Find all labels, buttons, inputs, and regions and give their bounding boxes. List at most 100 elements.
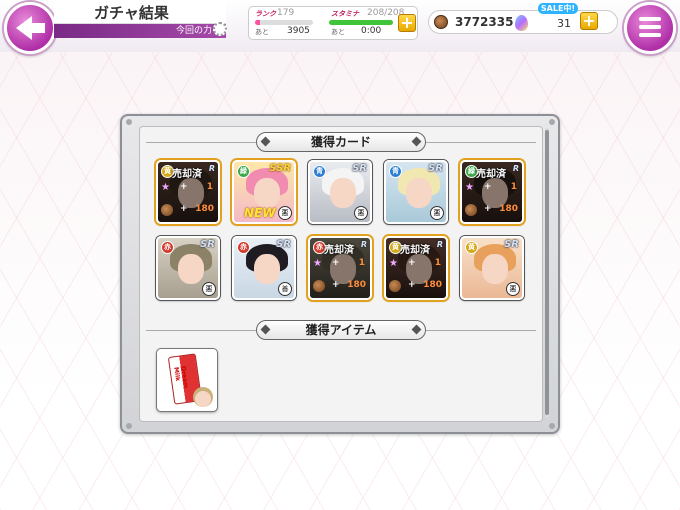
rarity-badge: R	[512, 164, 519, 173]
sold-label: 売却済	[324, 245, 354, 256]
coin-value: 180	[423, 280, 442, 290]
rivet	[549, 423, 555, 429]
card-6[interactable]: 赤 SR 善	[232, 236, 296, 300]
rivet	[126, 119, 132, 125]
card-9[interactable]: 黄 SR 悪	[460, 236, 524, 300]
sold-label: 売却済	[476, 169, 506, 180]
stamina-add-button[interactable]: +	[398, 14, 416, 32]
sale-badge: SALE中!	[538, 3, 578, 14]
rank-value: 179	[277, 8, 295, 18]
star-value: 1	[434, 258, 441, 268]
rarity-badge: SR	[276, 239, 291, 250]
rarity-badge: SR	[504, 239, 519, 250]
element-icon: 緑	[237, 165, 250, 178]
rarity-badge: SR	[200, 239, 215, 250]
coin-plus: +	[332, 280, 340, 290]
coin-amount: 3772335	[455, 15, 514, 29]
coin-icon	[313, 280, 325, 292]
stamina-next-label: あと	[331, 28, 345, 36]
item-name: Dream Milk	[172, 365, 190, 389]
card-3[interactable]: 青 SR 悪	[384, 160, 448, 224]
sold-label: 売却済	[400, 245, 430, 256]
card-0[interactable]: 黄 売却済 R ★ + 1 + 180	[156, 160, 220, 224]
rank-gauge	[255, 20, 313, 25]
cards-section-title: 獲得カード	[256, 132, 426, 152]
page-subtitle: 今回の力	[54, 24, 226, 38]
card-4[interactable]: 緑 売却済 R ★ + 1 + 180	[460, 160, 524, 224]
element-icon: 赤	[237, 241, 250, 254]
rank-gauge-fill	[255, 20, 260, 25]
stamina-gauge	[329, 20, 393, 25]
rarity-badge: R	[436, 240, 443, 249]
star-icon: ★	[465, 182, 474, 193]
flower-icon	[213, 22, 227, 36]
card-face	[330, 178, 356, 208]
coin-plus: +	[180, 204, 188, 214]
stamina-label: スタミナ	[331, 10, 359, 18]
element-icon: 青	[313, 165, 326, 178]
card-face	[482, 254, 508, 284]
seal-icon: 悪	[354, 206, 368, 220]
coin-icon	[465, 204, 477, 216]
star-plus: +	[332, 258, 340, 268]
rarity-badge: SR	[352, 163, 367, 174]
star-value: 1	[510, 182, 517, 192]
card-face	[254, 254, 280, 284]
seal-icon: 悪	[278, 206, 292, 220]
rank-next-label: あと	[255, 28, 269, 36]
coin-icon	[389, 280, 401, 292]
coin-plus: +	[484, 204, 492, 214]
rarity-badge: R	[360, 240, 367, 249]
rarity-badge: SR	[428, 163, 443, 174]
card-2[interactable]: 青 SR 悪	[308, 160, 372, 224]
star-value: 1	[206, 182, 213, 192]
seal-icon: 善	[278, 282, 292, 296]
rarity-badge: R	[208, 164, 215, 173]
back-arrow-tail	[30, 23, 45, 33]
rivet	[126, 423, 132, 429]
page-title: ガチャ結果	[54, 2, 226, 24]
card-face	[406, 178, 432, 208]
stamina-next-value: 0:00	[361, 26, 382, 36]
star-plus: +	[180, 182, 188, 192]
star-value: 1	[358, 258, 365, 268]
item-0[interactable]: Dream Milk	[156, 348, 218, 412]
menu-icon-line	[639, 17, 661, 21]
gem-add-button[interactable]: +	[580, 12, 598, 30]
menu-icon-line	[639, 25, 661, 29]
coin-value: 180	[347, 280, 366, 290]
menu-button[interactable]	[624, 2, 676, 54]
rarity-badge: SSR	[269, 163, 291, 174]
coin-value: 180	[499, 204, 518, 214]
back-button[interactable]	[4, 2, 56, 54]
rank-next-value: 3905	[287, 26, 310, 36]
card-face	[254, 178, 280, 208]
seal-icon: 悪	[202, 282, 216, 296]
items-section-title: 獲得アイテム	[256, 320, 426, 340]
card-7[interactable]: 赤 売却済 R ★ + 1 + 180	[308, 236, 372, 300]
card-1[interactable]: 緑 SSR NEW 悪	[232, 160, 296, 224]
star-plus: +	[484, 182, 492, 192]
star-plus: +	[408, 258, 416, 268]
coin-value: 180	[195, 204, 214, 214]
star-icon: ★	[161, 182, 170, 193]
chibi-icon	[193, 387, 213, 407]
stamina-gauge-fill	[329, 20, 393, 25]
element-icon: 黄	[465, 241, 478, 254]
rivet	[549, 119, 555, 125]
seal-icon: 悪	[430, 206, 444, 220]
coin-plus: +	[408, 280, 416, 290]
scrollbar-thumb[interactable]	[545, 130, 549, 415]
card-8[interactable]: 黄 売却済 R ★ + 1 + 180	[384, 236, 448, 300]
card-5[interactable]: 赤 SR 悪	[156, 236, 220, 300]
element-icon: 青	[389, 165, 402, 178]
coin-icon	[161, 204, 173, 216]
new-label: NEW	[244, 206, 276, 220]
element-icon: 赤	[161, 241, 174, 254]
coin-icon	[434, 15, 448, 29]
star-icon: ★	[389, 258, 398, 269]
menu-icon-line	[639, 33, 661, 37]
gem-amount: 31	[557, 17, 571, 30]
card-face	[178, 254, 204, 284]
rank-label: ランク	[255, 10, 276, 18]
